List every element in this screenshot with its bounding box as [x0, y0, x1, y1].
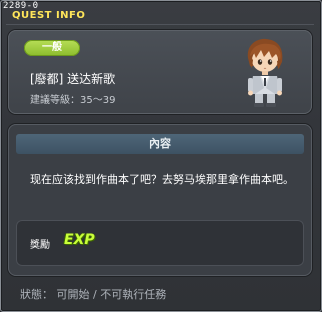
content-section-header: 內容: [16, 134, 304, 154]
exp-reward-icon: EXP: [64, 232, 95, 248]
reward-label: 獎勵: [30, 240, 50, 251]
reward-box: [16, 220, 304, 266]
quest-description: 现在应该找到作曲本了吧？去努马埃那里拿作曲本吧。: [30, 173, 294, 186]
quest-name: [廢都] 送达新歌: [30, 72, 116, 86]
quest-category-badge: 一般: [24, 40, 80, 56]
title-divider: [6, 24, 314, 25]
quest-status: 狀態： 可開始 / 不可執行任務: [20, 288, 167, 301]
window-title: QUEST INFO: [12, 10, 86, 21]
level-requirement: 建議等級：35～39: [30, 95, 116, 106]
npc-character-icon: [247, 38, 283, 107]
